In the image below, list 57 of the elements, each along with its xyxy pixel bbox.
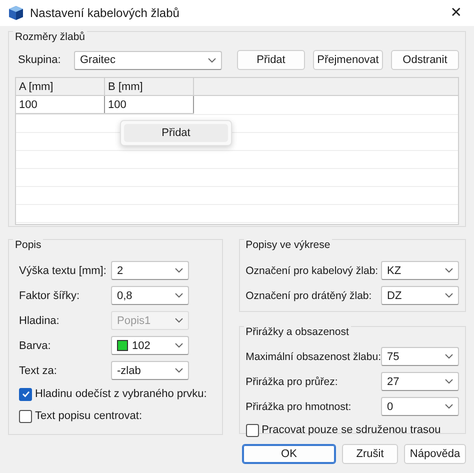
chevron-down-icon — [445, 404, 453, 409]
group-title: Popisy ve výkrese — [244, 239, 332, 251]
checkmark-icon — [20, 389, 30, 399]
window-title: Nastavení kabelových žlabů — [30, 6, 180, 20]
checkbox-label: Text popisu centrovat: — [35, 410, 142, 422]
dropdown[interactable]: Graitec — [74, 50, 222, 70]
chevron-down-icon — [445, 354, 453, 359]
field-label: Skupina: — [17, 54, 62, 66]
field-label: Barva: — [19, 340, 52, 352]
field-label: Přirážka pro hmotnost: — [246, 400, 352, 412]
button[interactable]: Odstranit — [391, 50, 459, 70]
chevron-down-icon — [445, 268, 453, 273]
checkbox[interactable] — [246, 424, 259, 436]
checkbox[interactable] — [19, 388, 32, 400]
field-label: Výška textu [mm]: — [19, 264, 108, 276]
table-cell: 100 — [104, 96, 194, 114]
field-label: Označení pro drátěný žlab: — [246, 290, 373, 302]
field-label: Text za: — [19, 364, 58, 376]
checkbox-label: Hladinu odečíst z vybraného prvku: — [35, 388, 207, 400]
dropdown[interactable]: 27 — [381, 372, 459, 391]
chevron-down-icon — [175, 318, 183, 323]
close-button[interactable]: ✕ — [448, 5, 464, 21]
dropdown[interactable]: DZ — [381, 286, 459, 305]
button[interactable]: Nápověda — [404, 444, 466, 464]
field-label: Faktor šířky: — [19, 290, 81, 302]
checkbox-label: Pracovat pouze se sdruženou trasou — [262, 424, 441, 436]
dropdown[interactable]: 0 — [381, 397, 459, 416]
chevron-down-icon — [175, 343, 183, 348]
button[interactable]: Přidat — [237, 50, 305, 70]
menu-item[interactable]: Přidat — [124, 124, 228, 142]
group-title: Přirážky a obsazenost — [244, 326, 351, 338]
column-header[interactable]: A [mm] — [16, 78, 104, 96]
column-header[interactable]: B [mm] — [104, 78, 194, 96]
field-label: Hladina: — [19, 314, 60, 326]
checkbox[interactable] — [19, 410, 32, 422]
dropdown[interactable]: 102 — [111, 336, 189, 355]
chevron-down-icon — [175, 268, 183, 273]
chevron-down-icon — [175, 368, 183, 373]
dropdown[interactable]: -zlab — [111, 361, 189, 380]
chevron-down-icon — [445, 379, 453, 384]
dropdown[interactable]: 75 — [381, 347, 459, 366]
group-title: Rozměry žlabů — [13, 31, 88, 43]
dropdown[interactable]: 0,8 — [111, 286, 189, 305]
dropdown[interactable]: KZ — [381, 261, 459, 280]
field-label: Maximální obsazenost žlabu: — [246, 350, 381, 362]
dropdown[interactable]: 2 — [111, 261, 189, 280]
cube-icon — [8, 5, 24, 21]
field-label: Přirážka pro průřez: — [246, 376, 339, 388]
chevron-down-icon — [175, 293, 183, 298]
chevron-down-icon — [445, 293, 453, 298]
button[interactable]: Přejmenovat — [313, 50, 383, 70]
table-cell: 100 — [16, 96, 104, 114]
field-label: Označení pro kabelový žlab: — [246, 264, 380, 276]
button[interactable]: Zrušit — [342, 444, 398, 464]
group-title: Popis — [13, 239, 44, 251]
button[interactable]: OK — [242, 444, 336, 464]
chevron-down-icon — [208, 58, 216, 62]
